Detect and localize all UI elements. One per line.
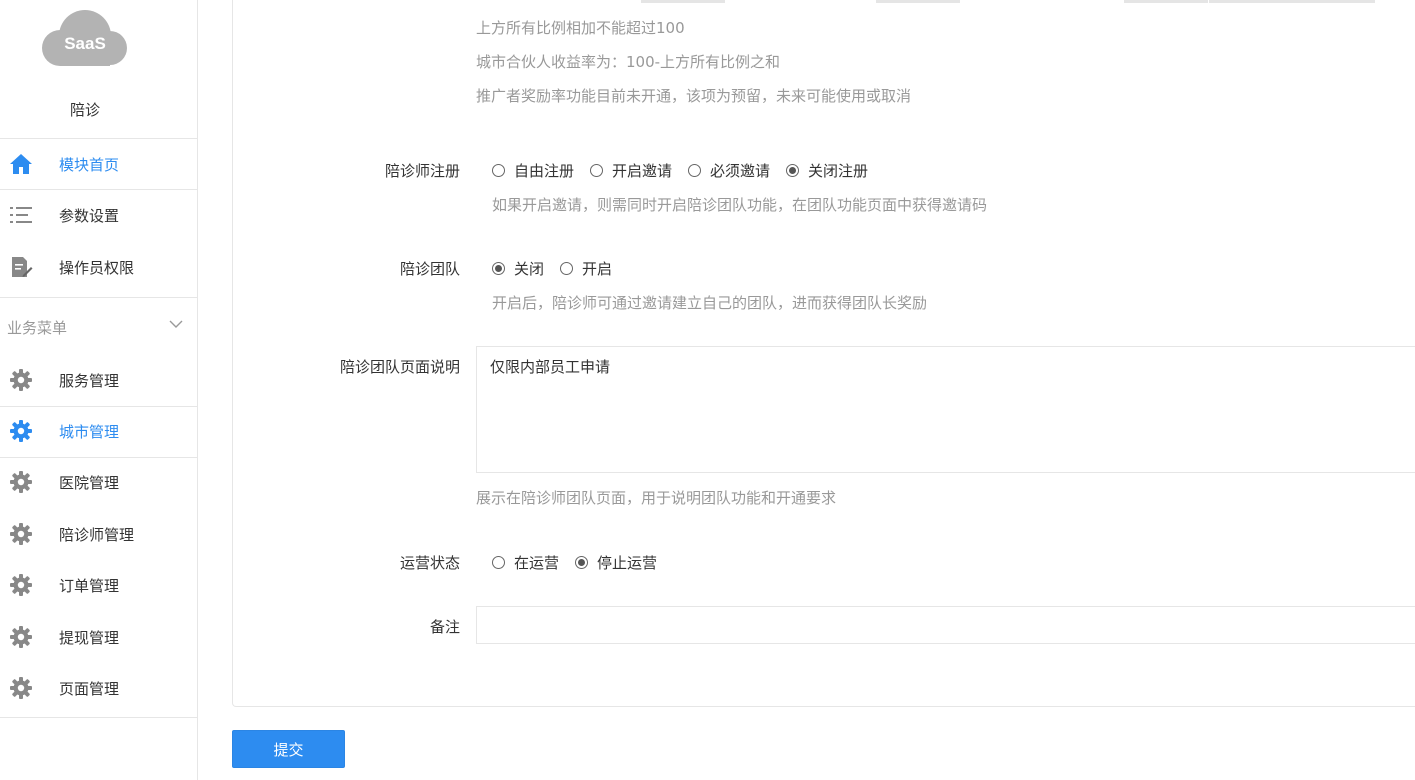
section-title-business[interactable]: 业务菜单 <box>7 317 67 338</box>
gear-icon <box>9 368 33 392</box>
remark-label: 备注 <box>429 618 460 636</box>
register-radio-option[interactable]: 必须邀请 <box>688 160 770 181</box>
radio-label: 在运营 <box>514 554 560 572</box>
gear-icon <box>9 573 33 597</box>
radio-label: 开启 <box>582 260 613 278</box>
nav-item-label: 模块首页 <box>59 156 120 174</box>
register-label: 陪诊师注册 <box>384 162 460 180</box>
app-name: 陪诊 <box>69 101 100 119</box>
status-radio-option[interactable]: 在运营 <box>492 552 559 573</box>
nav-item-label: 医院管理 <box>59 474 120 492</box>
team-desc-label: 陪诊团队页面说明 <box>339 358 460 376</box>
table-bottom-edge <box>476 0 1415 3</box>
chevron-down-icon[interactable] <box>168 318 184 330</box>
sidebar-item-2[interactable]: 医院管理 <box>0 457 198 507</box>
document-edit-icon <box>9 255 33 279</box>
radio-icon[interactable] <box>575 556 589 569</box>
nav-item-label: 订单管理 <box>59 577 120 595</box>
register-radio-group: 自由注册 开启邀请 必须邀请 关闭注册 <box>492 160 884 181</box>
radio-label: 停止运营 <box>597 554 658 572</box>
ratio-hint-3: 推广者奖励率功能目前未开通，该项为预留，未来可能使用或取消 <box>476 87 912 105</box>
status-label: 运营状态 <box>399 554 460 572</box>
list-icon <box>9 203 33 227</box>
nav-item-label: 参数设置 <box>59 207 120 225</box>
submit-button[interactable]: 提交 <box>232 730 345 768</box>
gear-icon <box>9 419 33 443</box>
radio-label: 自由注册 <box>514 162 575 180</box>
radio-icon[interactable] <box>492 262 505 275</box>
nav-item-home[interactable]: 模块首页 <box>0 139 198 189</box>
register-radio-option[interactable]: 自由注册 <box>492 160 574 181</box>
status-radio-group: 在运营 停止运营 <box>492 552 673 573</box>
gear-icon <box>9 470 33 494</box>
team-label: 陪诊团队 <box>399 260 460 278</box>
team-radio-group: 关闭 开启 <box>492 258 628 279</box>
remark-input[interactable] <box>476 606 1415 644</box>
nav-item-label: 操作员权限 <box>59 259 135 277</box>
sidebar: SaaS 陪诊 模块首页 参数设置 操作员权限 业务菜单 服务管理 城市管理 医… <box>0 0 198 780</box>
nav-item-label: 陪诊师管理 <box>59 526 135 544</box>
divider <box>0 297 198 298</box>
nav-item-label: 页面管理 <box>59 680 120 698</box>
team-desc-hint: 展示在陪诊师团队页面，用于说明团队功能和开通要求 <box>476 489 837 507</box>
nav-item-settings[interactable]: 参数设置 <box>0 190 198 240</box>
nav-item-operator-permissions[interactable]: 操作员权限 <box>0 242 198 292</box>
register-radio-option[interactable]: 开启邀请 <box>590 160 672 181</box>
nav-item-label: 城市管理 <box>59 423 120 441</box>
sidebar-item-5[interactable]: 提现管理 <box>0 612 198 662</box>
team-radio-option[interactable]: 关闭 <box>492 258 544 279</box>
register-hint: 如果开启邀请，则需同时开启陪诊团队功能，在团队功能页面中获得邀请码 <box>492 196 988 214</box>
sidebar-item-3[interactable]: 陪诊师管理 <box>0 509 198 559</box>
radio-label: 开启邀请 <box>612 162 673 180</box>
saas-logo: SaaS <box>40 6 130 70</box>
team-hint: 开启后，陪诊师可通过邀请建立自己的团队，进而获得团队长奖励 <box>492 294 928 312</box>
home-icon <box>9 152 33 176</box>
status-radio-option[interactable]: 停止运营 <box>575 552 657 573</box>
nav-item-label: 服务管理 <box>59 372 120 390</box>
radio-icon[interactable] <box>590 164 604 177</box>
radio-label: 关闭注册 <box>808 162 869 180</box>
sidebar-item-1[interactable]: 城市管理 <box>0 406 198 456</box>
ratio-hint-1: 上方所有比例相加不能超过100 <box>476 19 685 37</box>
sidebar-item-0[interactable]: 服务管理 <box>0 355 198 405</box>
radio-icon[interactable] <box>560 262 574 275</box>
divider <box>0 717 198 718</box>
team-desc-textarea[interactable] <box>476 346 1415 473</box>
sidebar-item-4[interactable]: 订单管理 <box>0 560 198 610</box>
radio-icon[interactable] <box>492 164 505 177</box>
radio-label: 关闭 <box>514 260 545 278</box>
radio-icon[interactable] <box>786 164 800 177</box>
radio-label: 必须邀请 <box>710 162 771 180</box>
gear-icon <box>9 522 33 546</box>
radio-icon[interactable] <box>492 556 505 569</box>
gear-icon <box>9 625 33 649</box>
logo-text: SaaS <box>64 34 106 53</box>
ratio-hint-2: 城市合伙人收益率为：100-上方所有比例之和 <box>476 53 781 71</box>
gear-icon <box>9 676 33 700</box>
team-radio-option[interactable]: 开启 <box>560 258 612 279</box>
radio-icon[interactable] <box>688 164 702 177</box>
nav-item-label: 提现管理 <box>59 629 120 647</box>
sidebar-item-6[interactable]: 页面管理 <box>0 663 198 713</box>
register-radio-option[interactable]: 关闭注册 <box>786 160 868 181</box>
